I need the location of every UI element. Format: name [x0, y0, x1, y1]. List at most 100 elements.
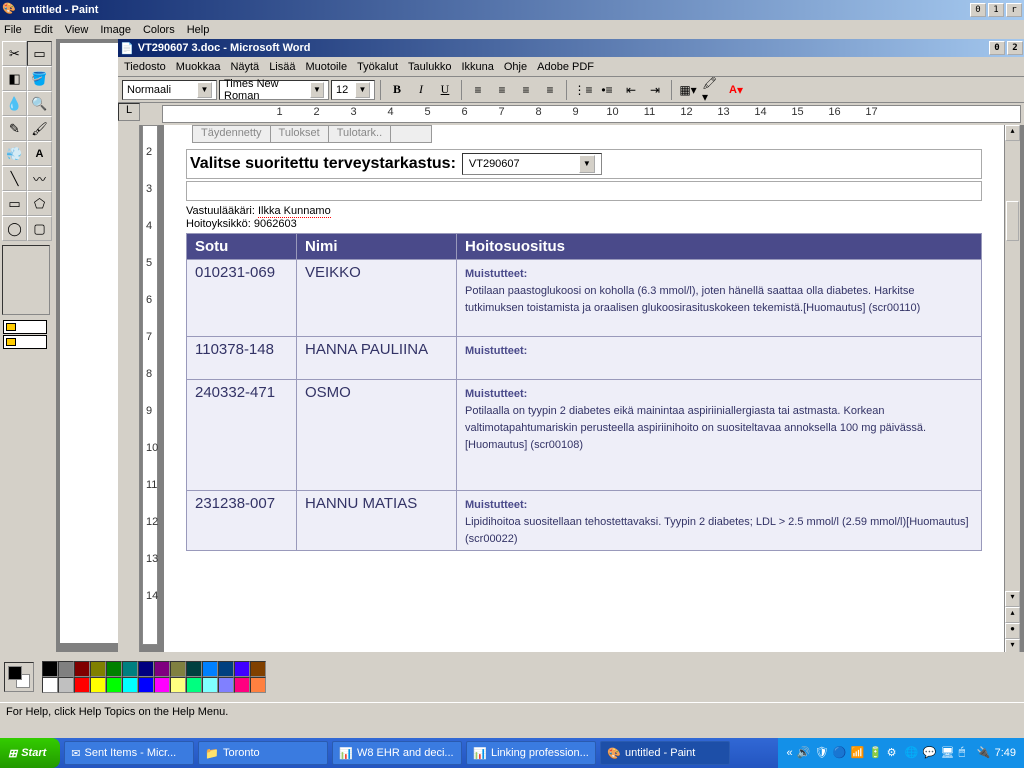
color-swatch[interactable] [106, 677, 122, 693]
tool-select[interactable]: ▭ [27, 41, 52, 66]
close-button[interactable]: r [1006, 3, 1022, 17]
tool-picker[interactable]: 💧 [2, 91, 27, 116]
tool-zoom[interactable]: 🔍 [27, 91, 52, 116]
wmenu-taulukko[interactable]: Taulukko [408, 61, 451, 73]
tray-icon[interactable]: 🔌 [977, 746, 991, 760]
word-restore[interactable]: 2 [1007, 41, 1023, 55]
start-button[interactable]: ⊞ Start [0, 738, 60, 768]
wmenu-adobe[interactable]: Adobe PDF [537, 61, 594, 73]
color-swatch[interactable] [250, 661, 266, 677]
color-swatch[interactable] [138, 661, 154, 677]
horizontal-ruler[interactable]: 1234567891011121314151617 [162, 105, 1021, 123]
color-swatch[interactable] [58, 677, 74, 693]
color-swatch[interactable] [186, 661, 202, 677]
wmenu-tiedosto[interactable]: Tiedosto [124, 61, 166, 73]
color-swatch[interactable] [42, 661, 58, 677]
tool-rect[interactable]: ▭ [2, 191, 27, 216]
tool-poly[interactable]: ⬠ [27, 191, 52, 216]
word-vscrollbar[interactable]: ▴ ▾ ▴ ● ▾ [1004, 125, 1020, 652]
tool-line[interactable]: ╲ [2, 166, 27, 191]
color-swatch[interactable] [202, 677, 218, 693]
scroll-thumb[interactable] [1006, 201, 1019, 241]
color-swatch[interactable] [234, 661, 250, 677]
highlight-button[interactable]: 🖍▾ [701, 79, 723, 101]
tray-icon[interactable]: 🔊 [797, 746, 811, 760]
color-swatch[interactable] [250, 677, 266, 693]
tool-brush[interactable]: 🖌 [27, 116, 52, 141]
bold-button[interactable]: B [386, 79, 408, 101]
tool-roundrect[interactable]: ▢ [27, 216, 52, 241]
color-swatch[interactable] [122, 661, 138, 677]
task-linking[interactable]: 📊Linking profession... [466, 741, 596, 765]
color-swatch[interactable] [58, 661, 74, 677]
menu-view[interactable]: View [65, 24, 89, 36]
color-swatch[interactable] [74, 661, 90, 677]
wmenu-lisaa[interactable]: Lisää [269, 61, 295, 73]
color-swatch[interactable] [74, 677, 90, 693]
tray-icon[interactable]: 🖱 [959, 746, 973, 760]
indent-button[interactable]: ⇥ [644, 79, 666, 101]
bullet-list-button[interactable]: •≡ [596, 79, 618, 101]
menu-colors[interactable]: Colors [143, 24, 175, 36]
minimize-button[interactable]: 0 [970, 3, 986, 17]
menu-edit[interactable]: Edit [34, 24, 53, 36]
font-color-button[interactable]: A▾ [725, 79, 747, 101]
tray-icon[interactable]: 📶 [851, 746, 865, 760]
wmenu-nayta[interactable]: Näytä [230, 61, 259, 73]
maximize-button[interactable]: 1 [988, 3, 1004, 17]
tool-pencil[interactable]: ✎ [2, 116, 27, 141]
tray-icon[interactable]: 🌐 [905, 746, 919, 760]
browse-button[interactable]: ● [1005, 623, 1020, 639]
align-justify-button[interactable]: ≡ [539, 79, 561, 101]
wmenu-muokkaa[interactable]: Muokkaa [176, 61, 221, 73]
tray-icon[interactable]: 🔋 [869, 746, 883, 760]
color-swatch[interactable] [106, 661, 122, 677]
tool-options[interactable] [2, 245, 50, 315]
vertical-ruler[interactable]: 234567891011121314 [142, 125, 158, 645]
tool-freeform[interactable]: ✂ [2, 41, 27, 66]
align-center-button[interactable]: ≡ [491, 79, 513, 101]
tool-text[interactable]: A [27, 141, 52, 166]
tab-3[interactable]: Tulotark.. [329, 126, 391, 142]
tray-icon[interactable]: 🖥 [941, 746, 955, 760]
menu-help[interactable]: Help [187, 24, 210, 36]
scroll-up-button[interactable]: ▴ [1005, 125, 1020, 141]
color-swatch[interactable] [218, 677, 234, 693]
tray-icon[interactable]: 🔵 [833, 746, 847, 760]
color-swatch[interactable] [154, 661, 170, 677]
color-swatch[interactable] [234, 677, 250, 693]
tab-2[interactable]: Tulokset [271, 126, 329, 142]
color-swatch[interactable] [90, 661, 106, 677]
color-swatch[interactable] [42, 677, 58, 693]
align-left-button[interactable]: ≡ [467, 79, 489, 101]
tray-icon[interactable]: 💬 [923, 746, 937, 760]
color-swatch[interactable] [90, 677, 106, 693]
prev-page-button[interactable]: ▴ [1005, 607, 1020, 623]
align-right-button[interactable]: ≡ [515, 79, 537, 101]
underline-button[interactable]: U [434, 79, 456, 101]
task-outlook[interactable]: ✉Sent Items - Micr... [64, 741, 194, 765]
color-swatch[interactable] [218, 661, 234, 677]
current-colors[interactable] [4, 662, 34, 692]
wmenu-ohje[interactable]: Ohje [504, 61, 527, 73]
color-swatch[interactable] [138, 677, 154, 693]
tool-curve[interactable]: 〰 [27, 166, 52, 191]
wmenu-tyokalut[interactable]: Työkalut [357, 61, 398, 73]
wmenu-muotoile[interactable]: Muotoile [305, 61, 347, 73]
next-page-button[interactable]: ▾ [1005, 639, 1020, 652]
canvas-area[interactable]: 📄 VT290607 3.doc - Microsoft Word 0 2 r … [56, 39, 1024, 652]
task-toronto[interactable]: 📁Toronto [198, 741, 328, 765]
menu-file[interactable]: File [4, 24, 22, 36]
task-paint[interactable]: 🎨untitled - Paint [600, 741, 730, 765]
tray-expand[interactable]: « [786, 747, 792, 759]
tool-fill[interactable]: 🪣 [27, 66, 52, 91]
color-swatch[interactable] [202, 661, 218, 677]
color-swatch[interactable] [186, 677, 202, 693]
scroll-down-button[interactable]: ▾ [1005, 591, 1020, 607]
size-combo[interactable]: 12▼ [331, 80, 375, 100]
color-swatch[interactable] [170, 661, 186, 677]
menu-image[interactable]: Image [100, 24, 131, 36]
tab-selector[interactable]: L [118, 103, 140, 121]
color-swatch[interactable] [170, 677, 186, 693]
clock[interactable]: 7:49 [995, 747, 1016, 759]
